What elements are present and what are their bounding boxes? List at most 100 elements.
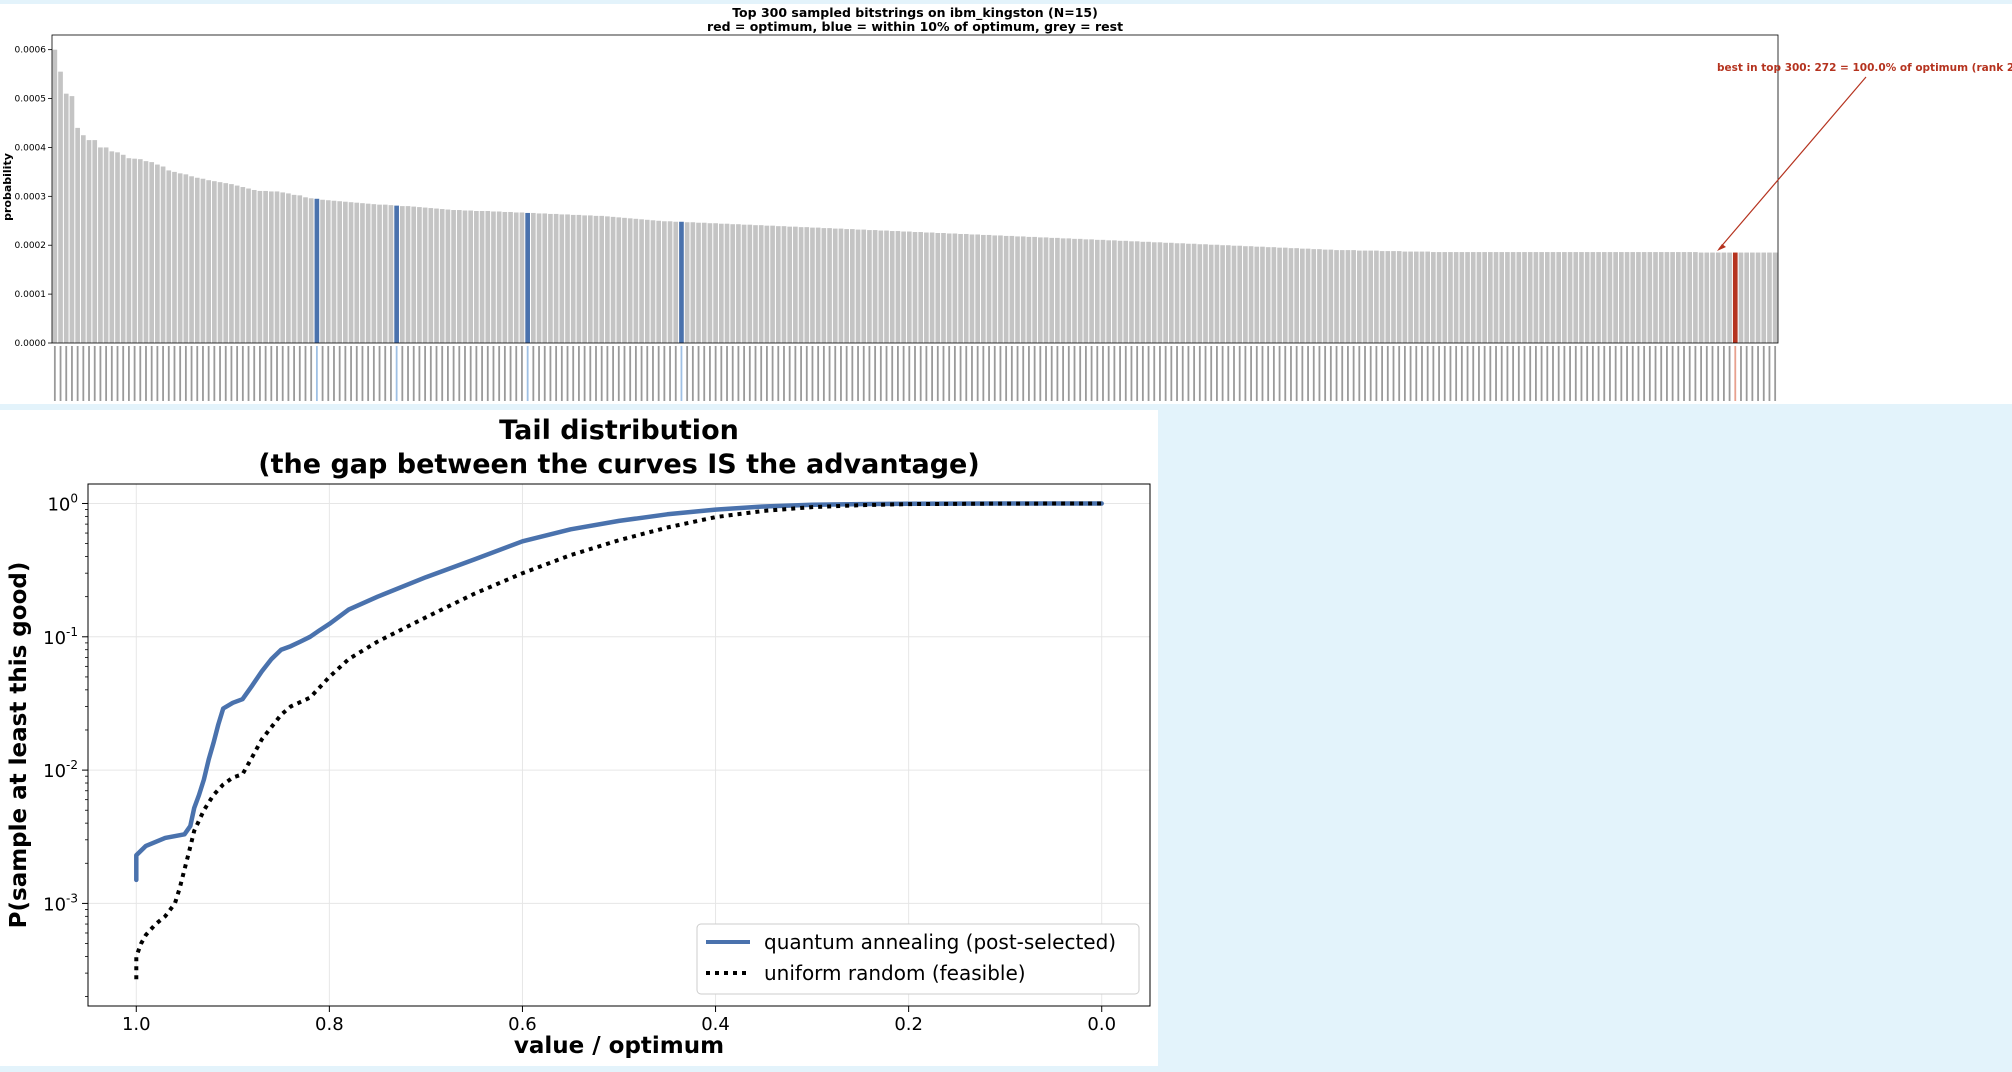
- bar: [1151, 242, 1157, 343]
- bar: [343, 201, 348, 343]
- bar-x-tick-label: [612, 346, 614, 401]
- bar: [428, 208, 434, 343]
- optimum-annotation-arrowhead: [1717, 244, 1726, 251]
- bar-x-tick-label: [1227, 346, 1230, 401]
- bar-x-tick-label: [703, 346, 706, 401]
- bar: [1072, 238, 1077, 343]
- bar: [1573, 252, 1579, 343]
- bar: [354, 202, 360, 343]
- bar: [1453, 252, 1459, 343]
- bar: [1476, 252, 1482, 343]
- bar-x-tick-label: [652, 346, 654, 401]
- bar: [1402, 251, 1408, 343]
- bar: [1055, 237, 1060, 343]
- bar: [229, 184, 234, 343]
- bar-x-tick-label: [350, 346, 352, 401]
- bar-x-tick-label: [1495, 346, 1497, 401]
- bar: [1163, 242, 1168, 343]
- bar-x-tick-label: [110, 346, 113, 401]
- bar-x-tick-label: [794, 346, 797, 401]
- bar-x-tick-label: [1221, 346, 1224, 401]
- bar: [610, 216, 616, 343]
- bar: [929, 232, 935, 343]
- bar: [941, 233, 946, 343]
- bar: [86, 140, 92, 343]
- bar-x-tick-label: [1102, 346, 1104, 401]
- bar: [286, 193, 291, 343]
- bar-x-tick-label: [1648, 346, 1651, 401]
- bar-x-tick-label: [1517, 346, 1520, 401]
- bar-x-tick-label: [834, 346, 837, 401]
- bar-x-tick-label: [777, 346, 780, 401]
- bar-x-tick-label: [1324, 346, 1327, 401]
- bar-x-tick-label: [897, 346, 899, 401]
- bar-x-tick-label: [1466, 346, 1469, 401]
- bar-x-tick-label: [196, 346, 199, 401]
- bar: [69, 96, 75, 343]
- bar: [1374, 250, 1379, 343]
- bar-x-tick-label: [475, 346, 478, 401]
- bar: [576, 214, 582, 343]
- bar-x-tick-label: [150, 346, 153, 401]
- bar-x-tick-label: [931, 346, 933, 401]
- bar-x-tick-label: [1392, 346, 1395, 401]
- bar: [1157, 242, 1163, 343]
- bar: [850, 229, 855, 343]
- bar-x-tick-label: [1181, 346, 1184, 401]
- bar: [422, 207, 428, 343]
- bar-x-tick-label: [1643, 346, 1646, 401]
- bar-x-tick-label: [1107, 346, 1110, 401]
- bar-x-tick-label: [128, 346, 130, 401]
- bar: [787, 226, 793, 343]
- bar: [901, 231, 906, 343]
- bar-x-tick-label: [498, 346, 501, 401]
- bar-x-tick-label: [1734, 346, 1737, 401]
- bar: [1248, 246, 1254, 343]
- bar-x-tick-label: [224, 346, 227, 401]
- bar: [308, 198, 314, 343]
- bar-x-tick-label: [891, 346, 894, 401]
- bar-x-tick-label: [1119, 346, 1121, 401]
- bar: [1328, 249, 1334, 343]
- bar: [103, 147, 109, 343]
- bar-x-tick-label: [1460, 346, 1463, 401]
- bar-x-tick-label: [1278, 346, 1281, 401]
- bar-x-tick-label: [395, 346, 398, 401]
- bar: [639, 219, 644, 343]
- bar: [1020, 236, 1026, 343]
- bar: [986, 234, 992, 343]
- tail-x-tick-label: 0.2: [894, 1014, 923, 1035]
- bar: [633, 218, 639, 343]
- bar: [274, 191, 280, 343]
- bar: [1613, 252, 1618, 343]
- bar: [149, 162, 155, 343]
- bar-within-10pct: [679, 221, 684, 343]
- bar-x-tick-label: [1478, 346, 1480, 401]
- bar: [1744, 252, 1750, 343]
- bar: [1459, 252, 1465, 343]
- bar-x-tick-label: [1500, 346, 1503, 401]
- series-quantum-annealing-line: [134, 501, 1104, 883]
- bar: [1385, 251, 1391, 343]
- bar-y-tick-label: 0.0003: [15, 192, 47, 202]
- bar-x-tick-label: [99, 346, 102, 401]
- bar-x-tick-label: [595, 346, 597, 401]
- bar-x-tick-label: [145, 346, 147, 401]
- bar-x-tick-label: [1096, 346, 1099, 401]
- bar: [798, 227, 804, 343]
- bar: [1527, 252, 1533, 343]
- bar-x-tick-label: [1768, 346, 1771, 401]
- tail-x-tick-label: 0.6: [508, 1014, 537, 1035]
- bar-x-tick-label: [515, 346, 518, 401]
- bar: [1704, 252, 1710, 343]
- bar-x-tick-label: [1563, 346, 1566, 401]
- bar-x-tick-label: [640, 346, 643, 401]
- bar-x-tick-label: [606, 346, 609, 401]
- bar-x-tick-label: [401, 346, 404, 401]
- bar: [1106, 240, 1112, 343]
- bar: [724, 223, 730, 343]
- bar-x-tick-label: [817, 346, 820, 401]
- bar: [1191, 243, 1197, 343]
- bar: [747, 224, 753, 343]
- bar: [1544, 252, 1550, 343]
